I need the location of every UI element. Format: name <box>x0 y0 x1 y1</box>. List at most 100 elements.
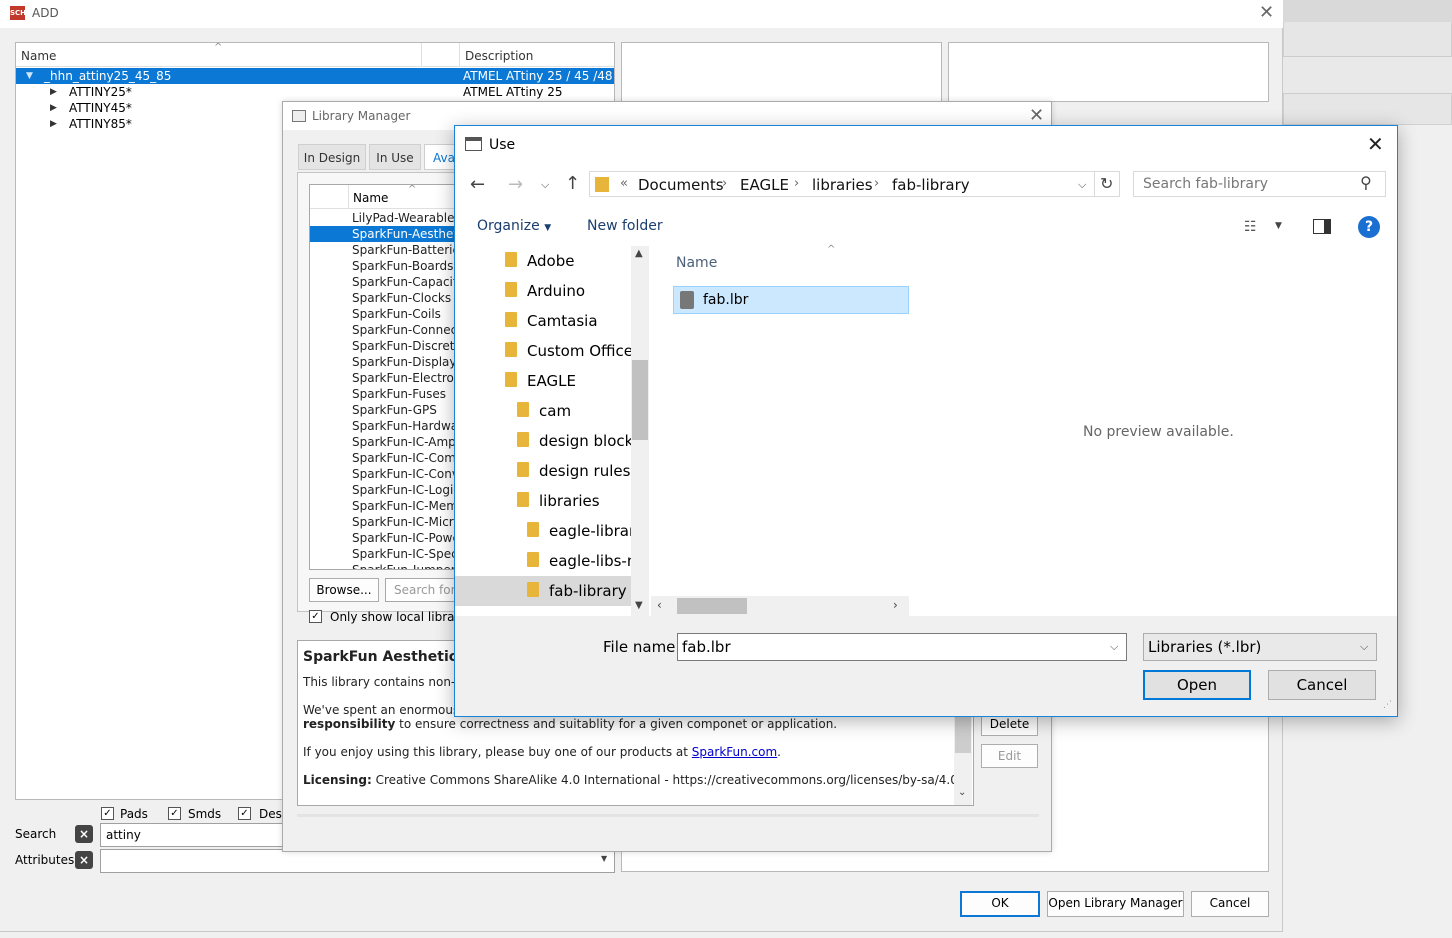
scroll-right-icon[interactable]: › <box>893 598 898 612</box>
back-arrow-icon[interactable]: ← <box>470 174 485 195</box>
name-column-header[interactable]: Name <box>21 49 56 63</box>
pads-checkbox[interactable]: ✓ <box>101 807 114 820</box>
preview-pane-icon[interactable] <box>1313 219 1331 234</box>
library-list-item[interactable]: SparkFun-Hardware <box>310 418 468 434</box>
add-cancel-button[interactable]: Cancel <box>1191 891 1269 917</box>
tab-in-use[interactable]: In Use <box>369 144 421 170</box>
nav-folder-item[interactable]: cam <box>455 396 631 426</box>
resize-grip-icon[interactable]: ⋰ <box>1383 700 1392 710</box>
file-name-input[interactable]: fab.lbr ⌵ <box>677 633 1127 661</box>
library-list-item[interactable]: LilyPad-Wearables <box>310 210 468 226</box>
nav-folder-item[interactable]: eagle-librar <box>455 516 631 546</box>
file-type-select[interactable]: Libraries (*.lbr) ⌵ <box>1143 633 1377 661</box>
up-arrow-icon[interactable]: ↑ <box>565 173 580 194</box>
organize-menu[interactable]: Organize ▼ <box>477 218 551 234</box>
library-list-item[interactable]: SparkFun-IC-Conversion <box>310 466 468 482</box>
clear-attributes-icon[interactable]: × <box>75 851 93 869</box>
library-name-column-header[interactable]: Name <box>353 191 388 205</box>
breadcrumb-fab-library[interactable]: fab-library <box>892 176 970 194</box>
library-list-item[interactable]: SparkFun-Boards <box>310 258 468 274</box>
library-list-item[interactable]: SparkFun-Batteries <box>310 242 468 258</box>
library-list-item[interactable]: SparkFun-GPS <box>310 402 468 418</box>
library-list-item[interactable]: SparkFun-Capacitors <box>310 274 468 290</box>
file-type-chevron-icon[interactable]: ⌵ <box>1360 634 1368 660</box>
file-item[interactable]: fab.lbr <box>673 286 909 314</box>
library-list-item[interactable]: SparkFun-Coils <box>310 306 468 322</box>
nav-folder-item[interactable]: EAGLE <box>455 366 631 396</box>
view-options-dropdown-icon[interactable]: ▼ <box>1275 221 1282 231</box>
breadcrumb-eagle[interactable]: EAGLE <box>740 176 789 194</box>
library-list-item[interactable]: SparkFun-Fuses <box>310 386 468 402</box>
scrollbar-thumb[interactable] <box>632 360 648 440</box>
file-search-box[interactable]: Search fab-library ⚲ <box>1133 171 1386 197</box>
sparkfun-link[interactable]: SparkFun.com <box>692 745 777 759</box>
library-list-item[interactable]: SparkFun-IC-Microcontroller <box>310 514 468 530</box>
smds-checkbox[interactable]: ✓ <box>168 807 181 820</box>
dropdown-arrow-icon[interactable]: ▼ <box>601 854 607 863</box>
library-list-item[interactable]: SparkFun-Jumpers <box>310 562 468 569</box>
address-history-chevron-icon[interactable]: ⌵ <box>1078 178 1086 192</box>
open-library-manager-button[interactable]: Open Library Manager <box>1047 891 1184 917</box>
collapsed-arrow-icon[interactable]: ▶ <box>50 84 57 100</box>
description-column-header[interactable]: Description <box>465 49 533 63</box>
ok-button[interactable]: OK <box>960 891 1040 917</box>
library-list-item[interactable]: SparkFun-IC-Power <box>310 530 468 546</box>
library-list-item[interactable]: SparkFun-Displays <box>310 354 468 370</box>
library-manager-close-icon[interactable]: ✕ <box>1029 107 1044 125</box>
address-bar[interactable]: « Documents › EAGLE › libraries › fab-li… <box>589 171 1120 197</box>
refresh-icon[interactable]: ↻ <box>1100 174 1113 193</box>
library-list-item[interactable]: SparkFun-Electromechanical <box>310 370 468 386</box>
file-search-input[interactable]: Search fab-library <box>1143 176 1268 192</box>
breadcrumb-documents[interactable]: Documents <box>638 176 724 194</box>
library-list-item[interactable]: SparkFun-IC-Amplifiers <box>310 434 468 450</box>
scrollbar-thumb[interactable] <box>955 715 971 753</box>
nav-folder-item[interactable]: design blocks <box>455 426 631 456</box>
scroll-down-icon[interactable]: ▼ <box>635 600 643 611</box>
breadcrumb-separator-icon[interactable]: › <box>874 176 879 191</box>
scroll-up-icon[interactable]: ▲ <box>635 248 643 259</box>
file-name-column-header[interactable]: Name <box>676 255 717 271</box>
only-local-checkbox[interactable]: ✓ <box>309 610 322 623</box>
breadcrumb-overflow[interactable]: « <box>620 176 628 191</box>
add-dialog-close-icon[interactable]: ✕ <box>1259 4 1274 22</box>
nav-folder-item[interactable]: Adobe <box>455 246 631 276</box>
file-name-chevron-icon[interactable]: ⌵ <box>1110 634 1118 660</box>
nav-folder-item[interactable]: Camtasia <box>455 306 631 336</box>
breadcrumb-libraries[interactable]: libraries <box>812 176 873 194</box>
collapsed-arrow-icon[interactable]: ▶ <box>50 116 57 132</box>
library-list-item[interactable]: SparkFun-DiscreteSemi <box>310 338 468 354</box>
library-list-item[interactable]: SparkFun-Connectors <box>310 322 468 338</box>
help-icon[interactable]: ? <box>1358 216 1380 238</box>
navigation-scrollbar[interactable]: ▲ ▼ <box>631 246 649 616</box>
use-cancel-button[interactable]: Cancel <box>1268 670 1376 700</box>
open-button[interactable]: Open <box>1143 670 1251 700</box>
library-list-item[interactable]: SparkFun-IC-Memory <box>310 498 468 514</box>
nav-folder-item[interactable]: libraries <box>455 486 631 516</box>
library-list-item[interactable]: SparkFun-IC-Comms <box>310 450 468 466</box>
new-folder-button[interactable]: New folder <box>587 218 663 234</box>
library-list-item[interactable]: SparkFun-Aesthetics <box>310 226 468 242</box>
scroll-down-icon[interactable]: ⌄ <box>958 787 966 798</box>
nav-folder-item[interactable]: design rules <box>455 456 631 486</box>
clear-search-icon[interactable]: × <box>75 825 93 843</box>
search-icon[interactable]: ⚲ <box>1360 173 1372 192</box>
scroll-left-icon[interactable]: ‹ <box>657 598 662 612</box>
tab-in-design[interactable]: In Design <box>298 144 366 170</box>
description-checkbox[interactable]: ✓ <box>238 807 251 820</box>
breadcrumb-separator-icon[interactable]: › <box>794 176 799 191</box>
library-list-item[interactable]: SparkFun-Clocks <box>310 290 468 306</box>
expanded-arrow-icon[interactable]: ▼ <box>26 68 33 84</box>
breadcrumb-separator-icon[interactable]: › <box>722 176 727 191</box>
forward-arrow-icon[interactable]: → <box>508 174 523 195</box>
use-dialog-close-icon[interactable]: ✕ <box>1367 132 1384 156</box>
nav-folder-item[interactable]: Arduino <box>455 276 631 306</box>
collapsed-arrow-icon[interactable]: ▶ <box>50 100 57 116</box>
library-search-input[interactable]: Search for <box>385 578 465 602</box>
library-list-item[interactable]: SparkFun-IC-Logic <box>310 482 468 498</box>
nav-folder-item[interactable]: eagle-libs-n <box>455 546 631 576</box>
horizontal-scrollbar[interactable]: ‹ › <box>651 596 909 616</box>
edit-button[interactable]: Edit <box>981 744 1038 768</box>
library-list-item[interactable]: SparkFun-IC-Special-Function <box>310 546 468 562</box>
tree-row-device[interactable]: ▶ ATTINY25* ATMEL ATtiny 25 <box>16 84 614 100</box>
recent-locations-chevron-icon[interactable]: ⌵ <box>541 178 549 192</box>
